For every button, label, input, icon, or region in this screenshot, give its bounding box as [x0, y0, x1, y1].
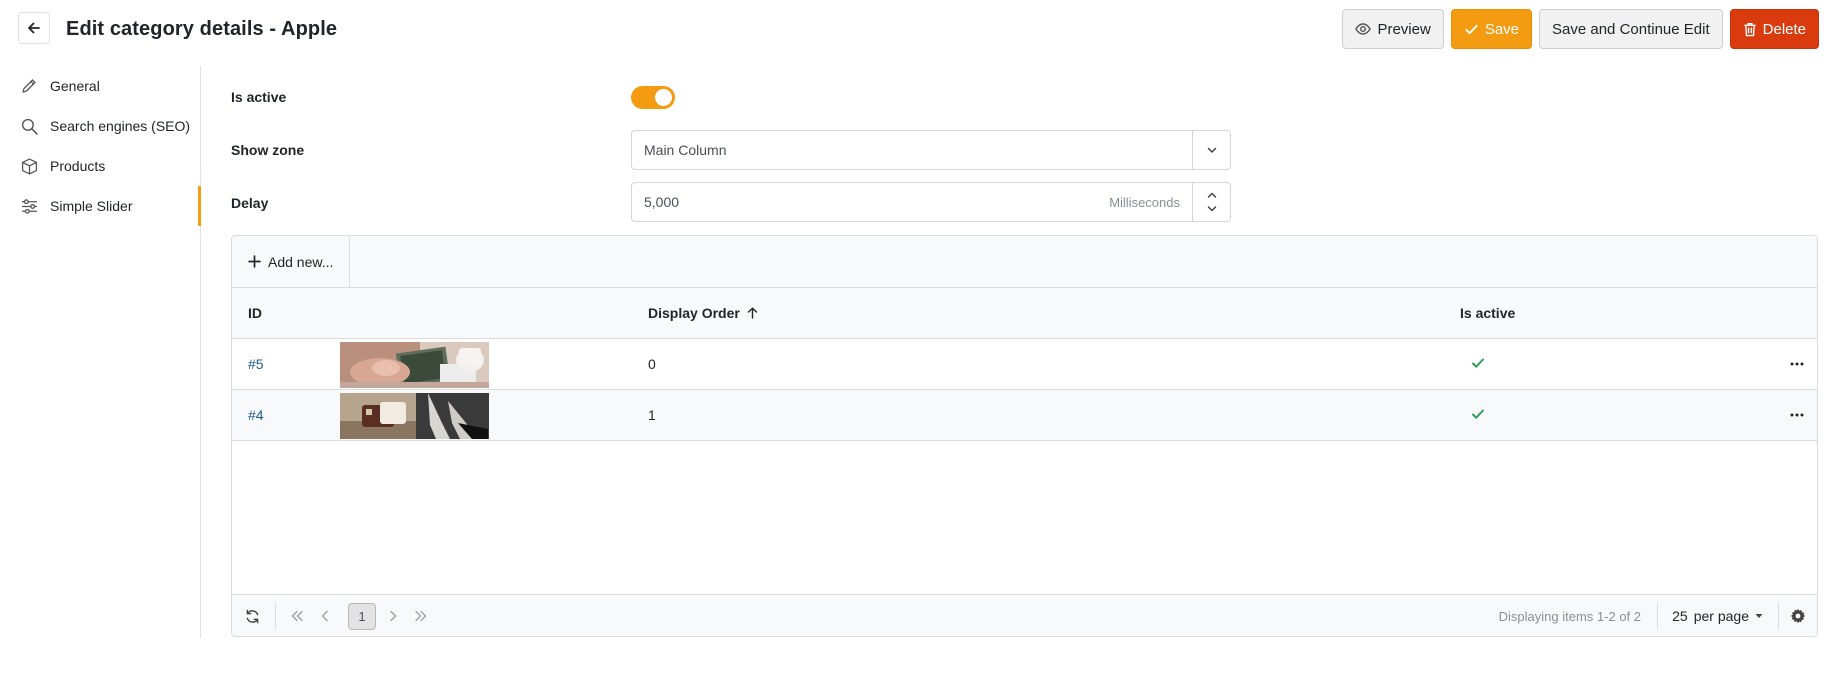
delay-label: Delay — [231, 195, 269, 211]
grid-toolbar: Add new... — [232, 236, 1817, 288]
first-page-icon[interactable] — [288, 595, 306, 636]
row-id-link[interactable]: #5 — [248, 356, 264, 372]
preview-label: Preview — [1377, 20, 1431, 38]
page-title: Edit category details - Apple — [66, 18, 338, 40]
trash-icon — [1744, 22, 1756, 36]
add-new-button[interactable]: Add new... — [232, 236, 351, 288]
box-icon — [20, 157, 38, 175]
back-button[interactable] — [18, 12, 50, 44]
grid-header: ID Display Order Is active — [232, 288, 1817, 339]
per-page-select[interactable]: 25 per page — [1672, 608, 1763, 624]
column-header-label: Display Order — [648, 305, 740, 321]
column-header-display-order[interactable]: Display Order — [648, 305, 758, 321]
row-display-order: 0 — [648, 356, 656, 372]
chevron-down-icon[interactable] — [1192, 131, 1230, 169]
sidebar: General Search engines (SEO) Products Si… — [0, 66, 201, 638]
check-icon — [1470, 406, 1486, 425]
save-label: Save — [1484, 20, 1520, 38]
delay-unit: Milliseconds — [1109, 195, 1180, 210]
delay-input[interactable]: 5,000 Milliseconds — [631, 182, 1231, 222]
toggle-knob — [655, 89, 672, 106]
add-new-label: Add new... — [268, 253, 334, 270]
sidebar-item-products[interactable]: Products — [0, 146, 200, 186]
pager-divider — [1778, 603, 1779, 629]
sliders-icon — [20, 197, 38, 215]
delay-value: 5,000 — [644, 194, 680, 210]
slide-thumbnail — [340, 393, 489, 439]
toolbar: Preview Save Save and Continue Edit Dele… — [1342, 9, 1819, 49]
grid-pager: 1 Displaying items 1-2 of 2 25 per page — [232, 594, 1817, 636]
sidebar-item-general[interactable]: General — [0, 66, 200, 106]
slides-grid: Add new... ID Display Order Is active #5 — [231, 235, 1818, 637]
sidebar-item-seo[interactable]: Search engines (SEO) — [0, 106, 200, 146]
save-button[interactable]: Save — [1450, 9, 1533, 49]
eye-icon — [1355, 23, 1372, 35]
plus-icon — [248, 255, 261, 268]
sidebar-item-simple-slider[interactable]: Simple Slider — [0, 186, 201, 226]
slide-thumbnail — [340, 342, 489, 388]
sort-ascending-icon — [747, 307, 757, 319]
is-active-toggle[interactable] — [631, 86, 675, 109]
row-display-order: 1 — [648, 407, 656, 423]
column-header-is-active[interactable]: Is active — [1460, 305, 1515, 321]
delete-button[interactable]: Delete — [1729, 9, 1819, 49]
delay-stepper[interactable] — [1192, 183, 1230, 221]
pager-divider — [1657, 603, 1658, 629]
check-icon — [1470, 355, 1486, 374]
chevron-up-icon[interactable] — [1206, 191, 1218, 199]
sidebar-item-label: Search engines (SEO) — [50, 118, 191, 134]
refresh-icon[interactable] — [240, 595, 264, 636]
search-icon — [20, 117, 38, 135]
delete-label: Delete — [1762, 20, 1806, 38]
pencil-icon — [20, 77, 38, 95]
check-icon — [1465, 24, 1478, 34]
save-continue-label: Save and Continue Edit — [1552, 20, 1710, 38]
sidebar-item-label: General — [50, 78, 100, 94]
sidebar-item-label: Products — [50, 158, 106, 174]
show-zone-value: Main Column — [644, 142, 727, 158]
column-header-id[interactable]: ID — [248, 305, 262, 321]
per-page-label: per page — [1693, 608, 1749, 624]
row-actions-icon[interactable] — [1789, 356, 1805, 375]
sidebar-item-label: Simple Slider — [50, 198, 133, 214]
pager-info: Displaying items 1-2 of 2 — [1498, 609, 1641, 624]
chevron-down-icon[interactable] — [1206, 205, 1218, 213]
prev-page-icon[interactable] — [318, 595, 332, 636]
show-zone-select[interactable]: Main Column — [631, 130, 1231, 170]
arrow-left-icon — [28, 22, 40, 34]
table-row[interactable]: #4 1 — [232, 390, 1817, 441]
pager-divider — [275, 603, 276, 629]
row-id-link[interactable]: #4 — [248, 407, 264, 423]
is-active-label: Is active — [231, 89, 287, 105]
table-row[interactable]: #5 0 — [232, 339, 1817, 390]
show-zone-label: Show zone — [231, 142, 305, 158]
next-page-icon[interactable] — [386, 595, 400, 636]
preview-button[interactable]: Preview — [1342, 9, 1444, 49]
gear-icon[interactable] — [1789, 595, 1807, 636]
page-number-button[interactable]: 1 — [348, 603, 376, 630]
row-actions-icon[interactable] — [1789, 407, 1805, 426]
save-continue-button[interactable]: Save and Continue Edit — [1539, 9, 1723, 49]
last-page-icon[interactable] — [412, 595, 430, 636]
per-page-value: 25 — [1672, 608, 1688, 624]
caret-down-icon — [1755, 614, 1763, 618]
